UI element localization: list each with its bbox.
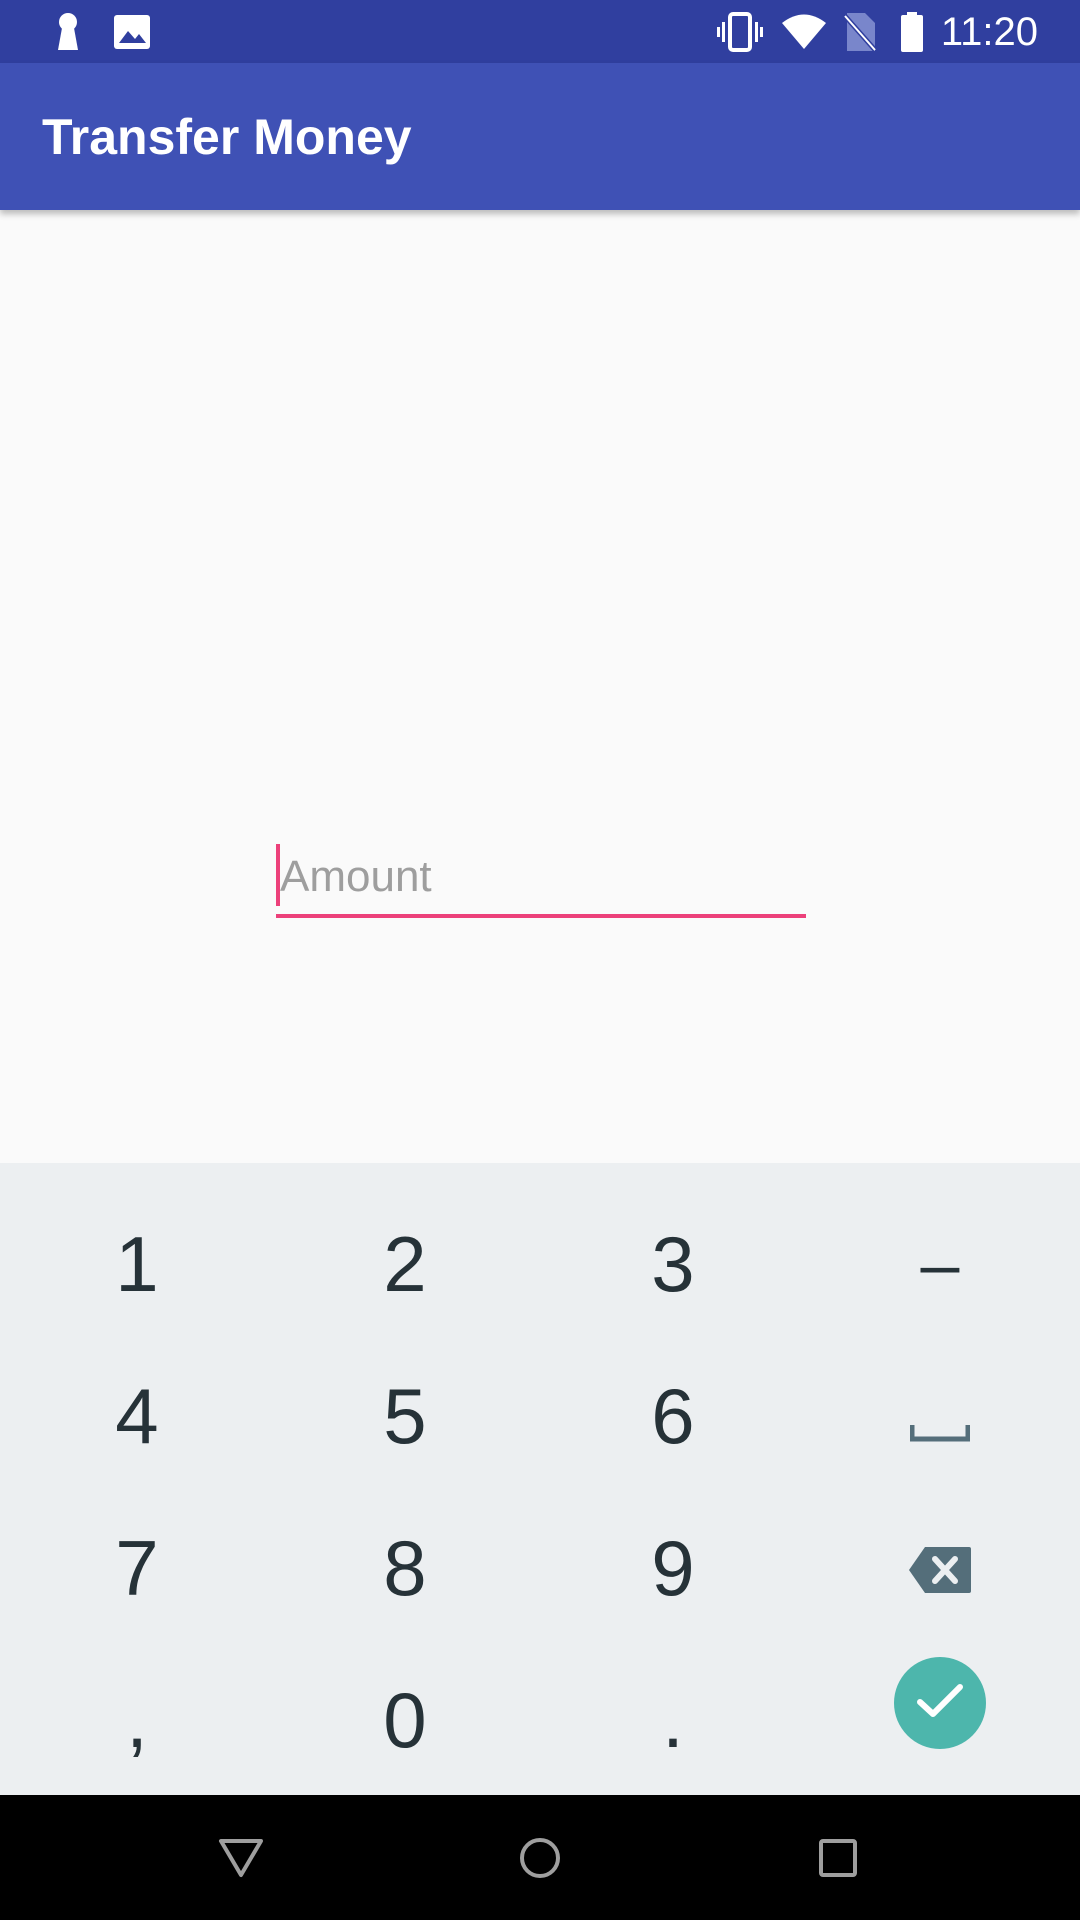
back-button[interactable] [206, 1825, 276, 1895]
key-minus[interactable]: – [806, 1188, 1074, 1340]
amount-field[interactable] [276, 840, 806, 918]
no-sim-icon [842, 12, 878, 52]
recents-button[interactable] [803, 1825, 873, 1895]
amount-input[interactable] [276, 840, 806, 914]
backspace-icon [907, 1523, 973, 1614]
key-3[interactable]: 3 [539, 1188, 807, 1340]
key-2-label: 2 [383, 1220, 427, 1308]
app-bar: Transfer Money [0, 63, 1080, 210]
key-period-label: . [662, 1676, 684, 1764]
keyhole-icon [52, 12, 84, 52]
space-icon [909, 1371, 971, 1462]
key-6-label: 6 [651, 1372, 695, 1460]
key-9[interactable]: 9 [539, 1492, 807, 1644]
vibrate-icon [716, 12, 764, 52]
recents-icon [818, 1838, 858, 1883]
wifi-icon [780, 12, 828, 52]
key-5-label: 5 [383, 1372, 427, 1460]
key-backspace[interactable] [806, 1492, 1074, 1644]
key-period[interactable]: . [539, 1644, 807, 1796]
navigation-bar [0, 1795, 1080, 1920]
key-6[interactable]: 6 [539, 1340, 807, 1492]
done-button[interactable] [894, 1657, 986, 1749]
key-8[interactable]: 8 [271, 1492, 539, 1644]
key-comma-label: , [126, 1676, 148, 1764]
checkmark-icon [915, 1681, 965, 1726]
status-time: 11:20 [940, 10, 1038, 54]
key-minus-label: – [920, 1225, 960, 1303]
text-cursor [276, 844, 280, 906]
key-7-label: 7 [115, 1524, 159, 1612]
content-area [0, 210, 1080, 1163]
battery-icon [898, 12, 926, 52]
key-7[interactable]: 7 [3, 1492, 271, 1644]
key-5[interactable]: 5 [271, 1340, 539, 1492]
image-icon [112, 12, 152, 52]
key-8-label: 8 [383, 1524, 427, 1612]
key-4[interactable]: 4 [3, 1340, 271, 1492]
key-9-label: 9 [651, 1524, 695, 1612]
home-button[interactable] [505, 1825, 575, 1895]
key-2[interactable]: 2 [271, 1188, 539, 1340]
key-3-label: 3 [651, 1220, 695, 1308]
key-space[interactable] [806, 1340, 1074, 1492]
home-icon [518, 1836, 562, 1885]
key-1[interactable]: 1 [3, 1188, 271, 1340]
page-title: Transfer Money [42, 109, 412, 165]
key-0-label: 0 [383, 1676, 427, 1764]
key-1-label: 1 [115, 1220, 159, 1308]
key-0[interactable]: 0 [271, 1644, 539, 1796]
key-comma[interactable]: , [3, 1644, 271, 1796]
status-bar: 11:20 [0, 0, 1080, 63]
back-icon [218, 1837, 264, 1884]
key-4-label: 4 [115, 1372, 159, 1460]
